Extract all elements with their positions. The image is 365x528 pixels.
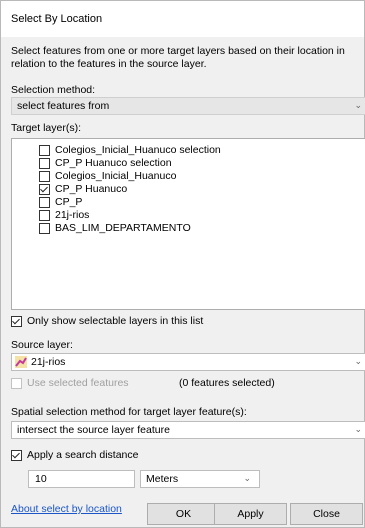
use-selected-label: Use selected features bbox=[27, 377, 129, 389]
selection-method-value: select features from bbox=[17, 100, 110, 112]
source-layer-dropdown[interactable]: 21j-rios ⌄ bbox=[11, 353, 365, 371]
selection-method-label-text: Selection method: bbox=[11, 84, 96, 96]
target-layer-label: CP_P bbox=[55, 196, 83, 208]
help-link[interactable]: About select by location bbox=[11, 503, 122, 515]
search-distance-input[interactable]: 10 bbox=[28, 470, 135, 488]
title-bar[interactable]: Select By Location bbox=[1, 1, 364, 37]
checkbox[interactable] bbox=[39, 171, 50, 182]
search-distance-value: 10 bbox=[35, 473, 47, 485]
target-layer-label: Colegios_Inicial_Huanuco bbox=[55, 170, 177, 182]
search-distance-label: Apply a search distance bbox=[27, 449, 139, 461]
apply-button[interactable]: Apply bbox=[214, 503, 287, 525]
target-layers-label: Target layer(s): bbox=[11, 122, 81, 134]
target-layers-label-text: Target layer(s): bbox=[11, 122, 82, 134]
ok-button[interactable]: OK bbox=[147, 503, 220, 525]
target-layers-list[interactable]: Colegios_Inicial_Huanuco selection CP_P … bbox=[11, 138, 365, 310]
close-button[interactable]: Close bbox=[290, 503, 363, 525]
source-layer-label: Source layer: bbox=[11, 339, 73, 351]
spatial-method-label-text: Spatial selection method for target laye… bbox=[11, 406, 247, 418]
chevron-down-icon: ⌄ bbox=[243, 473, 251, 483]
checkbox[interactable] bbox=[39, 197, 50, 208]
target-layer-label: CP_P Huanuco selection bbox=[55, 157, 172, 169]
spatial-method-value: intersect the source layer feature bbox=[17, 424, 170, 436]
checkbox[interactable] bbox=[39, 223, 50, 234]
search-distance-checkbox[interactable] bbox=[11, 450, 22, 461]
selected-count-text: (0 features selected) bbox=[179, 377, 275, 389]
only-selectable-label: Only show selectable layers in this list bbox=[27, 315, 204, 327]
spatial-method-label: Spatial selection method for target laye… bbox=[11, 406, 247, 418]
source-layer-value: 21j-rios bbox=[31, 356, 66, 368]
window-title: Select By Location bbox=[11, 13, 103, 25]
selection-method-label: Selection method: bbox=[11, 84, 95, 96]
selected-count: (0 features selected) bbox=[179, 377, 275, 389]
chevron-down-icon: ⌄ bbox=[354, 100, 362, 110]
use-selected-checkbox[interactable] bbox=[11, 378, 22, 389]
distance-units-value: Meters bbox=[146, 473, 179, 485]
spatial-method-dropdown[interactable]: intersect the source layer feature ⌄ bbox=[11, 421, 365, 439]
checkbox[interactable] bbox=[39, 158, 50, 169]
checkbox[interactable] bbox=[39, 145, 50, 156]
target-layer-label: BAS_LIM_DEPARTAMENTO bbox=[55, 222, 191, 234]
chevron-down-icon: ⌄ bbox=[354, 424, 362, 434]
dialog-description: Select features from one or more target … bbox=[11, 45, 345, 70]
distance-units-dropdown[interactable]: Meters ⌄ bbox=[140, 470, 260, 488]
select-by-location-dialog: Select By Location Select features from … bbox=[0, 0, 365, 528]
source-layer-label-text: Source layer: bbox=[11, 339, 73, 351]
polyline-layer-icon bbox=[15, 356, 27, 368]
checkbox[interactable] bbox=[39, 210, 50, 221]
selection-method-dropdown[interactable]: select features from ⌄ bbox=[11, 97, 365, 115]
chevron-down-icon: ⌄ bbox=[354, 356, 362, 366]
target-layer-label: CP_P Huanuco bbox=[55, 183, 128, 195]
target-layer-label: Colegios_Inicial_Huanuco selection bbox=[55, 144, 221, 156]
target-layer-label: 21j-rios bbox=[55, 209, 90, 221]
only-selectable-checkbox[interactable] bbox=[11, 316, 22, 327]
checkbox-checked[interactable] bbox=[39, 184, 50, 195]
